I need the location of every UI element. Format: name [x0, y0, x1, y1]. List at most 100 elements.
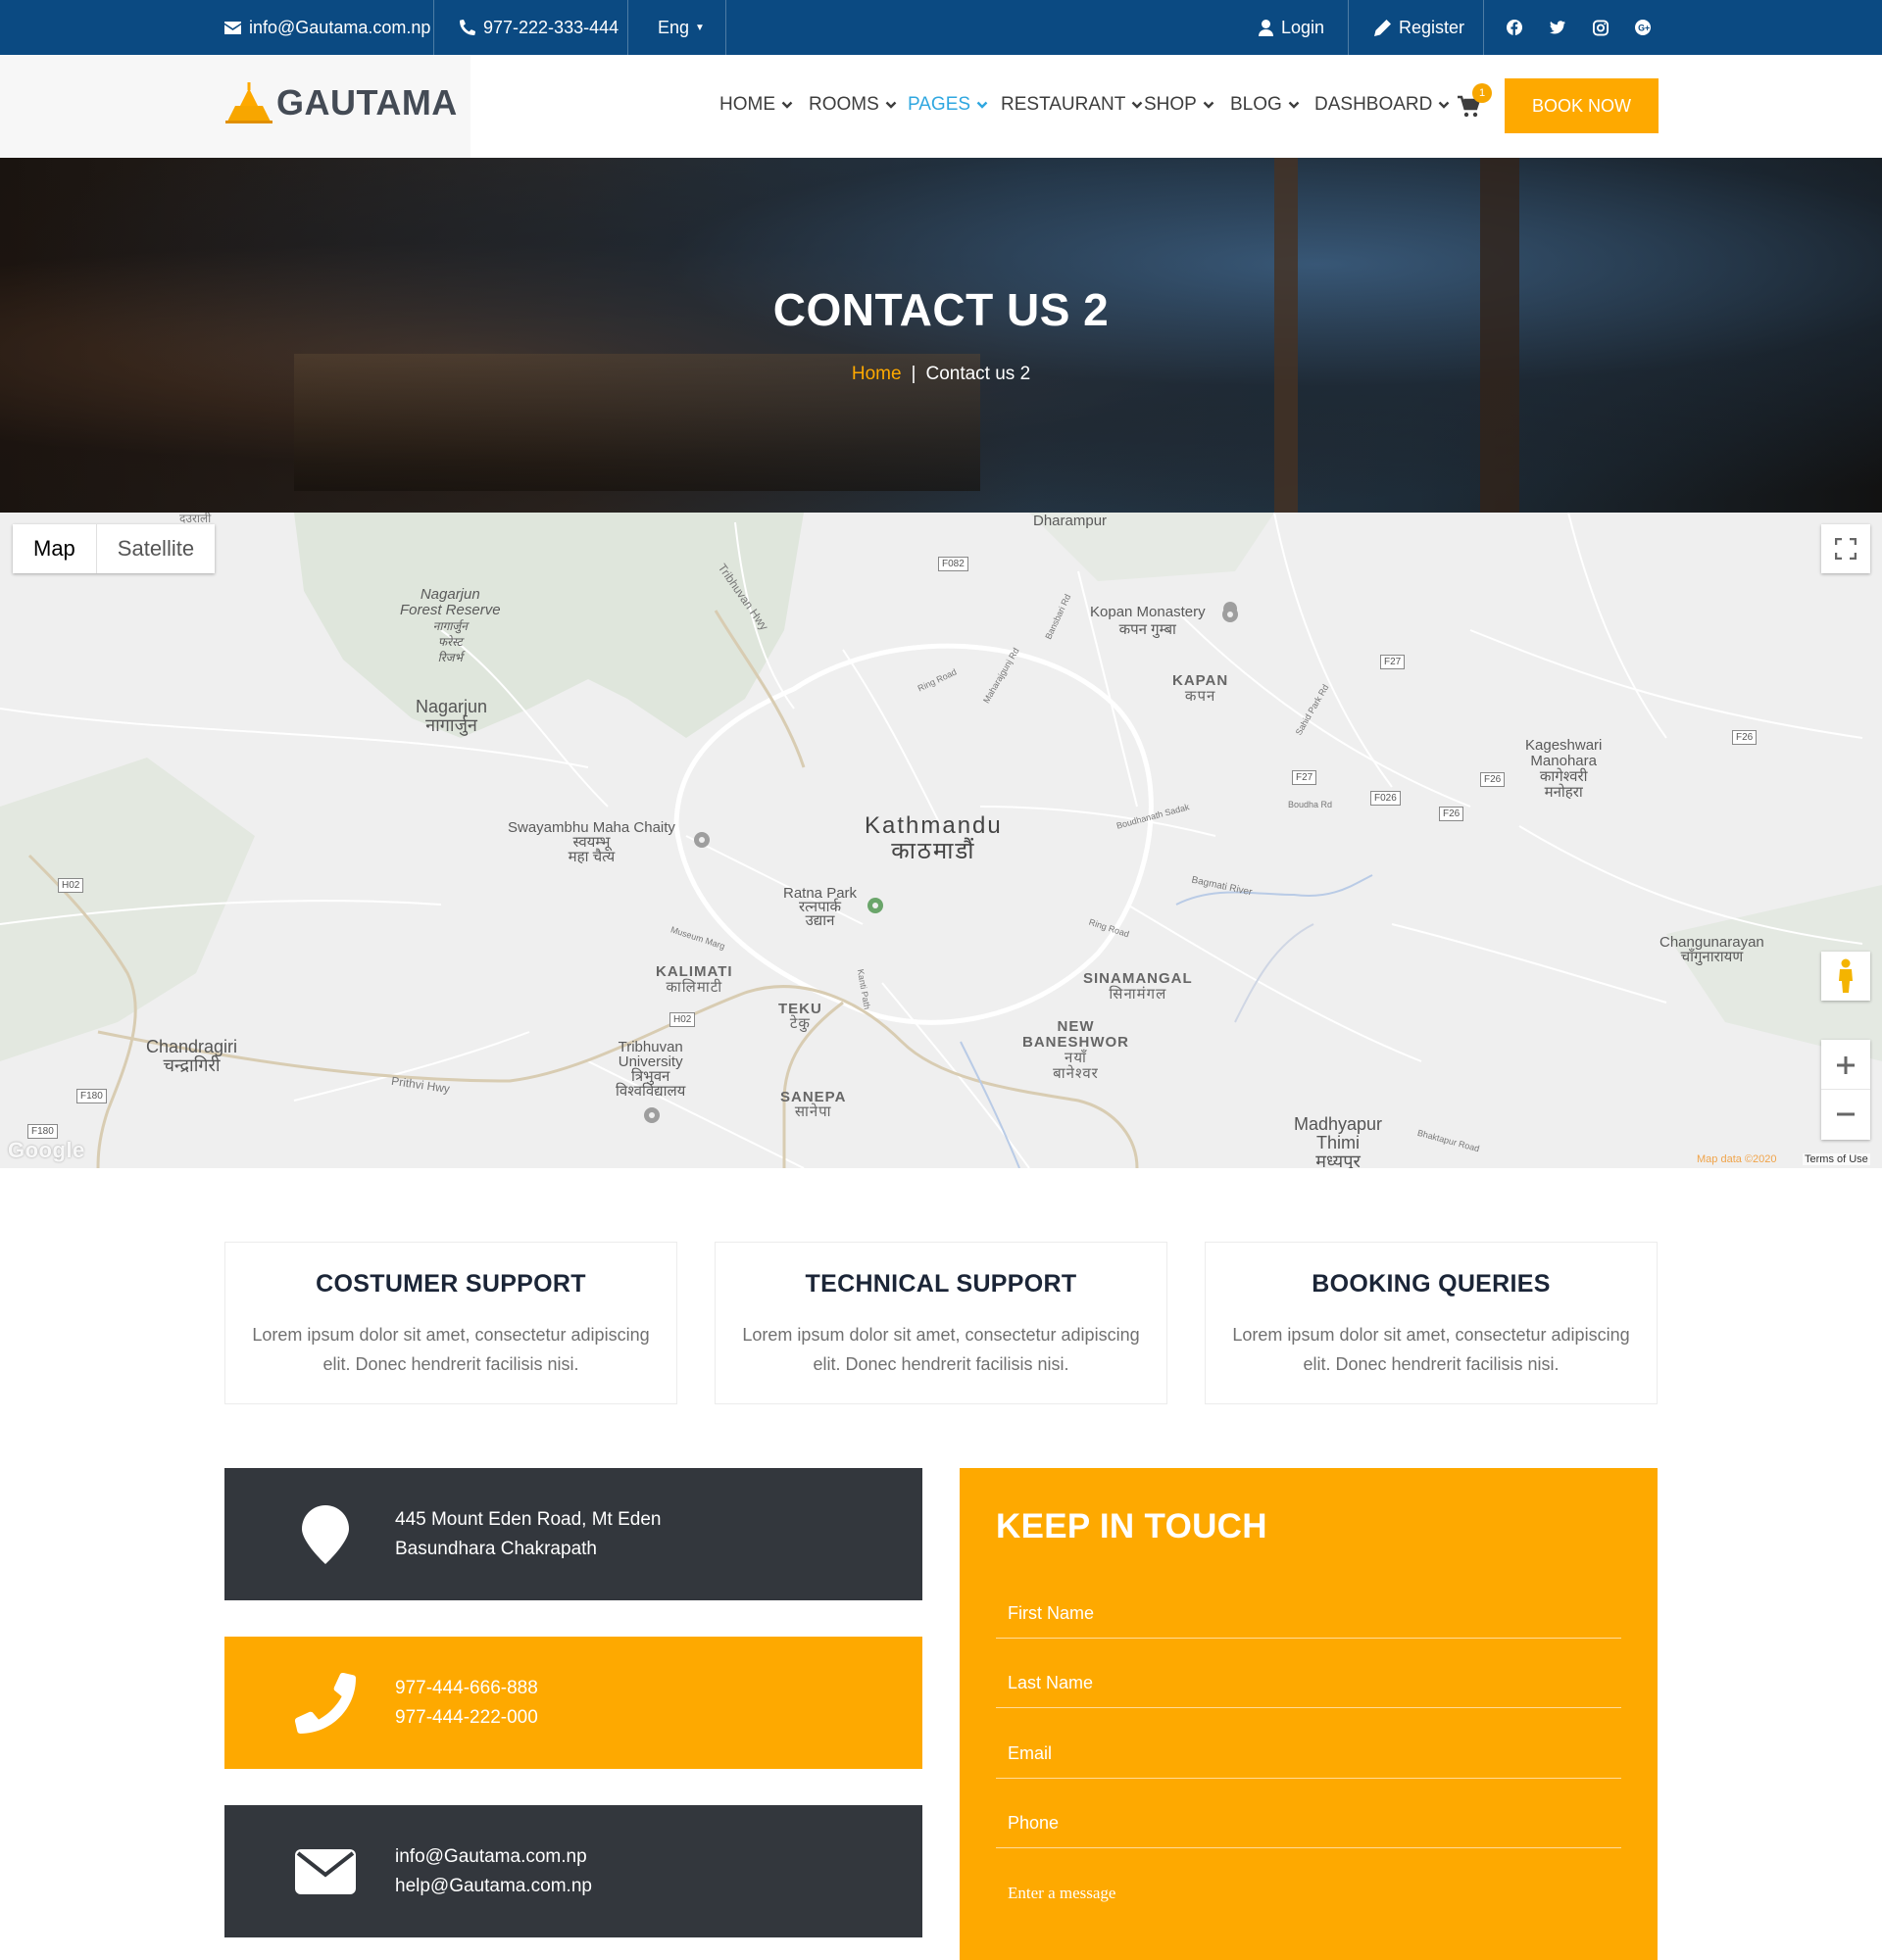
map-place-label: Kageshwari Manohara कागेश्वरी मनोहरा — [1525, 738, 1602, 801]
map-road-tag: F026 — [1370, 791, 1401, 806]
street-view-pegman-icon[interactable] — [1821, 952, 1870, 1001]
map-place-label: Swayambhu Maha Chaity स्वयम्भू महा चैत्य — [508, 820, 675, 864]
register-link[interactable]: Register — [1374, 0, 1464, 55]
breadcrumb-home-link[interactable]: Home — [852, 364, 902, 384]
map-type-satellite-button[interactable]: Satellite — [97, 524, 215, 573]
map-place-label: TEKU टेकु — [778, 1002, 822, 1031]
facebook-icon[interactable] — [1507, 16, 1530, 39]
phone-number[interactable]: 977-444-666-888 — [395, 1674, 538, 1703]
map-marker-icon — [289, 1504, 362, 1564]
caret-down-icon: ▼ — [695, 22, 705, 33]
last-name-field[interactable] — [996, 1659, 1621, 1708]
google-plus-icon[interactable]: G+ — [1635, 16, 1659, 39]
map-place-label-line: BANESHWOR — [1022, 1034, 1129, 1051]
google-logo[interactable]: Google — [8, 1138, 85, 1163]
map-place-label-line: रिजर्भ — [437, 651, 463, 664]
email-address[interactable]: help@Gautama.com.np — [395, 1872, 592, 1901]
topbar-email[interactable]: info@Gautama.com.np — [224, 0, 430, 55]
map-place-label-line: Nagarjun — [420, 586, 480, 603]
map-type-control: Map Satellite — [13, 524, 216, 573]
message-field[interactable] — [996, 1872, 1621, 1950]
email-field[interactable] — [996, 1730, 1621, 1779]
chevron-down-icon — [1439, 101, 1450, 109]
map-place-label: KALIMATI कालिमाटी — [656, 964, 733, 996]
map-road-tag: H02 — [58, 878, 84, 893]
zoom-in-icon[interactable] — [1821, 1041, 1870, 1090]
map-road-tag: F082 — [938, 557, 968, 571]
map-place-label: KAPAN कपन — [1172, 673, 1228, 705]
brand-name: GAUTAMA — [276, 82, 458, 122]
topbar-phone[interactable]: 977-222-333-444 — [460, 0, 619, 55]
nav-rooms[interactable]: ROOMS — [809, 94, 897, 116]
language-selector[interactable]: Eng ▼ — [658, 0, 705, 55]
nav-home[interactable]: HOME — [719, 94, 793, 116]
twitter-icon[interactable] — [1550, 16, 1573, 39]
login-label: Login — [1281, 17, 1325, 37]
support-card-title: TECHNICAL SUPPORT — [805, 1270, 1077, 1298]
chevron-down-icon — [976, 101, 988, 109]
first-name-field[interactable] — [996, 1590, 1621, 1639]
fullscreen-icon[interactable] — [1821, 524, 1870, 573]
map-place-label-line: कपन — [1184, 688, 1216, 705]
map-place-label-line: NEW — [1057, 1018, 1095, 1035]
map-place-label: Dharampur — [1033, 513, 1108, 529]
book-now-button[interactable]: BOOK NOW — [1505, 78, 1659, 133]
map-place-label-line: विश्वविद्यालय — [616, 1083, 686, 1100]
envelope-icon — [289, 1848, 362, 1894]
email-address[interactable]: info@Gautama.com.np — [395, 1842, 592, 1872]
support-card-text: Lorem ipsum dolor sit amet, consectetur … — [1232, 1325, 1630, 1374]
map-place-label-line: Swayambhu Maha Chaity — [508, 819, 675, 836]
map-road-tag: F27 — [1380, 655, 1406, 669]
map-place-label-line: नागार्जुन — [432, 619, 468, 633]
login-link[interactable]: Login — [1259, 0, 1324, 55]
support-card-title: COSTUMER SUPPORT — [316, 1270, 586, 1298]
main-header: GAUTAMA HOME ROOMS PAGES RESTAURANT SHOP… — [0, 55, 1882, 158]
nav-shop[interactable]: SHOP — [1144, 94, 1214, 116]
nav-blog[interactable]: BLOG — [1230, 94, 1300, 116]
zoom-out-icon[interactable] — [1821, 1090, 1870, 1139]
phone-icon — [289, 1672, 362, 1734]
topbar-divider — [627, 0, 628, 55]
map-place-label-line: मनोहरा — [1544, 784, 1583, 801]
map-place-label-line: चन्द्रागिरी — [163, 1055, 221, 1075]
phone-icon — [460, 20, 475, 35]
breadcrumb: Home | Contact us 2 — [0, 364, 1882, 385]
nav-pages[interactable]: PAGES — [908, 94, 988, 116]
map-place-label-line: स्वयम्भू — [572, 834, 611, 851]
map-place-label-line: उद्यान — [805, 912, 835, 929]
nav-dashboard-label: DASHBOARD — [1314, 94, 1433, 115]
chevron-down-icon — [885, 101, 897, 109]
map-road-tag: F27 — [1292, 770, 1317, 785]
map-place-label-line: Kageshwari — [1525, 737, 1603, 754]
nav-dashboard[interactable]: DASHBOARD — [1314, 94, 1450, 116]
language-label: Eng — [658, 17, 690, 37]
map-place-label: SINAMANGAL सिनामंगल — [1083, 971, 1193, 1003]
phone-numbers: 977-444-666-888 977-444-222-000 — [395, 1674, 538, 1733]
phone-field[interactable] — [996, 1799, 1621, 1848]
map-place-label-line: Manohara — [1530, 753, 1597, 769]
topbar-divider — [1348, 0, 1349, 55]
instagram-icon[interactable] — [1593, 16, 1616, 39]
map-road-tag: F26 — [1732, 730, 1758, 745]
map-terms-link[interactable]: Terms of Use — [1803, 1153, 1870, 1165]
topbar-divider — [433, 0, 434, 55]
phone-number[interactable]: 977-444-222-000 — [395, 1703, 538, 1733]
email-box: info@Gautama.com.np help@Gautama.com.np — [224, 1805, 922, 1937]
cart-count-badge: 1 — [1472, 83, 1492, 103]
contact-form: KEEP IN TOUCH — [960, 1468, 1658, 1960]
map-type-map-button[interactable]: Map — [13, 524, 97, 573]
map-place-label-line: Changunarayan — [1659, 934, 1764, 951]
map-road-label: Boudha Rd — [1288, 800, 1333, 809]
map-place-label-line: महा चैत्य — [568, 849, 616, 865]
topbar-phone-text: 977-222-333-444 — [483, 17, 619, 37]
user-icon — [1259, 19, 1273, 36]
map-place-label: Madhyapur Thimi मध्यपुर — [1294, 1115, 1382, 1169]
map-place-label: SANEPA सानेपा — [780, 1090, 846, 1119]
google-map[interactable]: दउराली Dharampur Nagarjun Forest Reserve… — [0, 513, 1882, 1168]
map-place-label-line: KAPAN — [1172, 672, 1229, 689]
map-place-label: Ratna Park रत्नपार्क उद्यान — [783, 886, 857, 929]
nav-rooms-label: ROOMS — [809, 94, 879, 115]
nav-restaurant[interactable]: RESTAURANT — [1001, 94, 1143, 116]
map-place-label-line: कागेश्वरी — [1539, 768, 1588, 785]
site-logo[interactable]: GAUTAMA — [225, 82, 458, 123]
